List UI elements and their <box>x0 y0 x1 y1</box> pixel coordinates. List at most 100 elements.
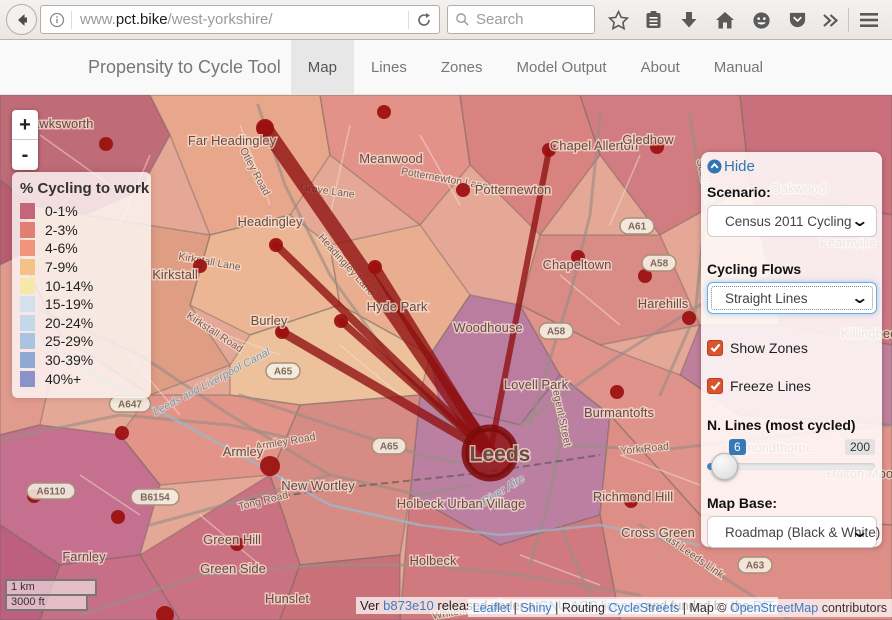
cycling-flows-select[interactable]: Straight Lines ⌄ <box>707 282 877 314</box>
slider-handle[interactable] <box>711 453 738 480</box>
browser-toolbar: www.pct.bike/west-yorkshire/ Search <box>0 0 892 40</box>
road-badge-label: A647 <box>118 400 142 411</box>
info-icon[interactable] <box>49 12 65 28</box>
map-canvas[interactable]: Leeds and Liverpool Canal River Aire Otle… <box>0 95 892 620</box>
shiny-link[interactable]: Shiny <box>520 601 551 615</box>
road-badge-label: A6110 <box>37 487 66 498</box>
legend-swatch <box>20 203 35 220</box>
legend-label: 10-14% <box>45 277 94 294</box>
place-label: Hyde Park <box>367 299 428 314</box>
hide-panel-link[interactable]: Hide <box>707 158 877 175</box>
control-panel: Hide Scenario: Census 2011 Cycling ⌄ Cyc… <box>701 152 882 548</box>
legend-swatch <box>20 333 35 350</box>
map-attribution: Leaflet | Shiny | Routing CycleStreets |… <box>467 599 892 617</box>
legend-swatch <box>20 352 35 369</box>
place-label: Meanwood <box>359 151 423 166</box>
legend-item: 20-24% <box>20 314 141 333</box>
tab-about[interactable]: About <box>624 40 697 94</box>
legend-label: 30-39% <box>45 352 94 369</box>
chevron-down-icon: ⌄ <box>849 213 869 230</box>
road-badge-label: A58 <box>650 259 669 270</box>
road-badge-label: A65 <box>380 442 399 453</box>
legend-label: 4-6% <box>45 240 78 257</box>
map-base-label: Map Base: <box>707 495 778 511</box>
centroid-dot[interactable] <box>456 183 470 197</box>
place-label: Burley <box>251 313 288 328</box>
cycling-flows-label: Cycling Flows <box>707 261 802 277</box>
centroid-dot[interactable] <box>377 105 391 119</box>
place-label: Burmantofts <box>584 405 655 420</box>
home-button[interactable] <box>712 7 738 33</box>
pocket-button[interactable] <box>784 7 810 33</box>
commit-link[interactable]: b873e10 <box>383 598 434 613</box>
bookmark-star-button[interactable] <box>605 7 631 33</box>
freeze-lines-label: Freeze Lines <box>730 378 811 394</box>
url-bar[interactable]: www.pct.bike/west-yorkshire/ <box>40 5 440 34</box>
chevron-down-icon: ⌄ <box>849 524 869 541</box>
legend-label: 40%+ <box>45 370 82 387</box>
scenario-label: Scenario: <box>707 184 771 200</box>
check-icon <box>710 381 720 391</box>
back-button[interactable] <box>6 4 37 35</box>
downloads-button[interactable] <box>676 7 702 33</box>
overflow-menu-button[interactable] <box>817 7 843 33</box>
bookmarks-menu-button[interactable] <box>640 7 666 33</box>
legend-label: 20-24% <box>45 314 94 331</box>
url-text[interactable]: www.pct.bike/west-yorkshire/ <box>72 11 408 28</box>
scenario-select[interactable]: Census 2011 Cycling ⌄ <box>707 205 877 237</box>
search-input[interactable]: Search <box>447 5 595 34</box>
tab-model-output[interactable]: Model Output <box>500 40 624 94</box>
attr-sep: | Routing <box>551 601 609 615</box>
search-placeholder: Search <box>476 11 524 28</box>
scale-imperial: 3000 ft <box>5 596 88 611</box>
centroid-dot[interactable] <box>260 456 280 476</box>
flow-endpoint-dot[interactable] <box>368 260 382 274</box>
freeze-lines-checkbox[interactable] <box>707 378 723 394</box>
show-zones-checkbox[interactable] <box>707 340 723 356</box>
freeze-lines-row: Freeze Lines <box>707 378 877 394</box>
place-label: Harehills <box>638 296 689 311</box>
place-label: Armley <box>223 444 264 459</box>
centroid-dot[interactable] <box>111 510 125 524</box>
n-lines-slider: 6 200 <box>707 437 877 481</box>
cyclestreets-link[interactable]: CycleStreets <box>608 601 679 615</box>
legend-item: 10-14% <box>20 276 141 295</box>
centroid-dot[interactable] <box>115 426 129 440</box>
osm-link[interactable]: OpenStreetMap <box>730 601 818 615</box>
show-zones-label: Show Zones <box>730 340 808 356</box>
flow-endpoint-dot[interactable] <box>269 238 283 252</box>
legend-swatch <box>20 370 35 387</box>
centroid-dot[interactable] <box>682 311 696 325</box>
centroid-dot[interactable] <box>99 137 113 151</box>
place-label: Potternewton <box>475 182 552 197</box>
road-badge-label: B6154 <box>140 493 170 504</box>
slider-value-badge: 6 <box>729 439 746 455</box>
place-label: Gledhow <box>622 132 674 147</box>
star-icon <box>607 9 629 30</box>
cycling-flows-value: Straight Lines <box>725 290 808 306</box>
search-icon <box>456 13 469 26</box>
tab-zones[interactable]: Zones <box>424 40 500 94</box>
centroid-dot[interactable] <box>610 385 624 399</box>
place-label: Lovell Park <box>504 377 569 392</box>
legend-item: 7-9% <box>20 258 141 277</box>
tab-manual[interactable]: Manual <box>697 40 780 94</box>
place-label: Far Headingley <box>188 133 277 148</box>
feedback-button[interactable] <box>748 7 774 33</box>
reload-button[interactable] <box>409 12 439 28</box>
map-base-select[interactable]: Roadmap (Black & White) ⌄ <box>707 516 880 548</box>
place-label: Leeds <box>470 443 531 466</box>
legend-swatch <box>20 240 35 257</box>
zoom-out-button[interactable]: - <box>12 140 38 170</box>
place-label: Headingley <box>237 214 303 229</box>
place-label: Green Side <box>200 561 266 576</box>
zoom-in-button[interactable]: + <box>12 110 38 140</box>
leaflet-link[interactable]: Leaflet <box>473 601 511 615</box>
flow-endpoint-dot[interactable] <box>334 314 348 328</box>
legend-swatch <box>20 296 35 313</box>
legend-label: 2-3% <box>45 221 78 238</box>
menu-button[interactable] <box>856 7 882 33</box>
tab-map[interactable]: Map <box>290 40 354 94</box>
tab-lines[interactable]: Lines <box>354 40 424 94</box>
place-label: Green Hill <box>203 532 261 547</box>
